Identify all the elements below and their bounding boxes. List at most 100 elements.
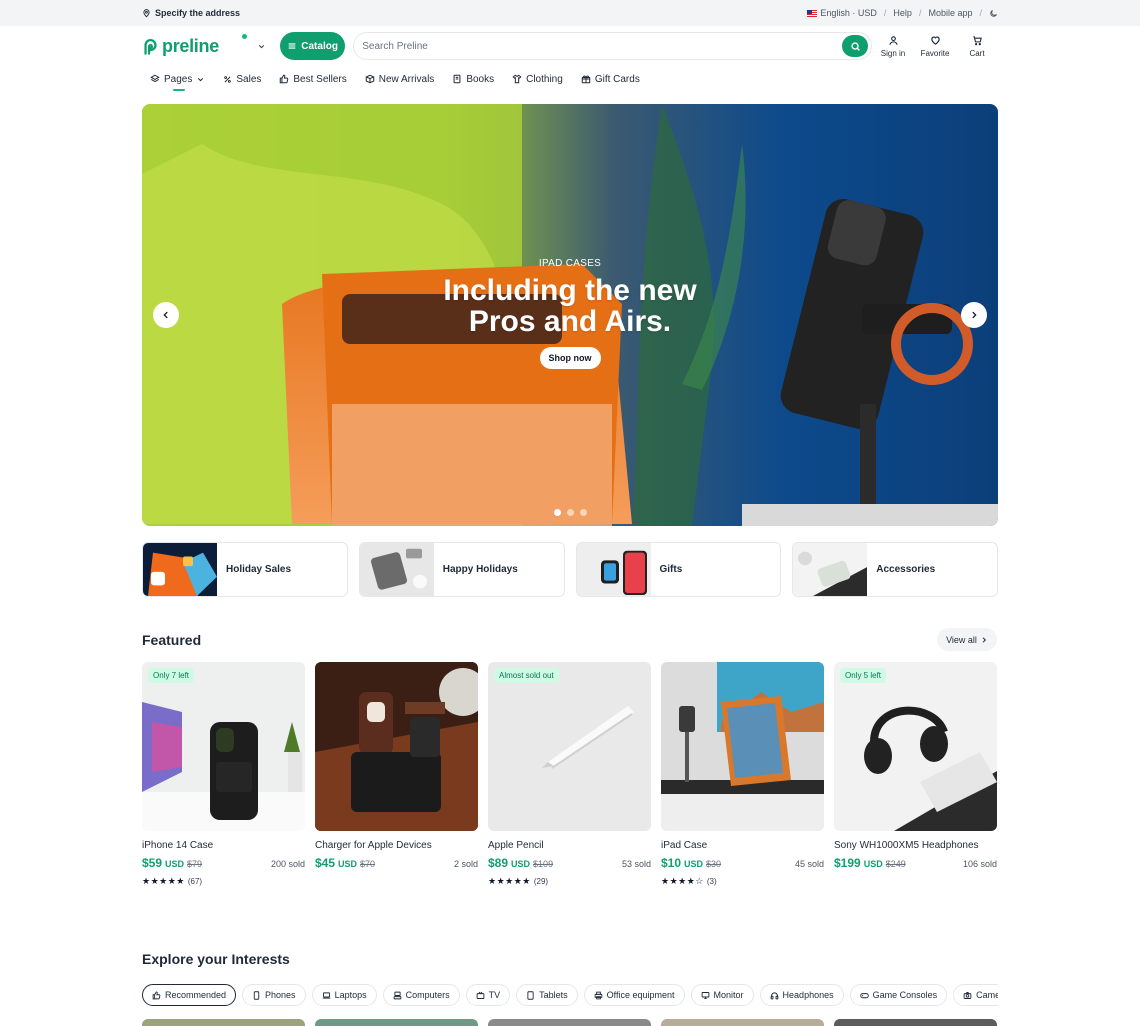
star-rating-icon: ★★★★☆ <box>661 876 704 886</box>
nav-item-sales[interactable]: Sales <box>223 66 261 92</box>
category-card-accessories[interactable]: Accessories <box>792 542 998 597</box>
interest-thumbnail[interactable] <box>142 1019 305 1026</box>
divider: / <box>918 8 922 18</box>
product-image[interactable]: Only 5 left <box>834 662 997 831</box>
nav-item-gift-cards[interactable]: Gift Cards <box>581 66 640 92</box>
box-icon <box>365 74 374 84</box>
product-photo <box>661 662 824 831</box>
sold-count: 200 sold <box>270 859 305 869</box>
gift-icon <box>581 75 591 84</box>
chip-headphones[interactable]: Headphones <box>759 984 844 1006</box>
chip-game-consoles[interactable]: Game Consoles <box>849 984 948 1006</box>
chip-monitor[interactable]: Monitor <box>690 984 754 1006</box>
chip-label: Monitor <box>713 990 744 1000</box>
featured-products: Only 7 left iPhone 14 Case $59 USD $79 2… <box>142 662 998 887</box>
nav-label: Books <box>466 73 495 85</box>
product-image[interactable]: Almost sold out <box>488 662 651 831</box>
interest-thumbnail[interactable] <box>834 1019 997 1026</box>
product-card[interactable]: Almost sold out Apple Pencil $89 USD $10… <box>488 662 651 887</box>
headphones-icon <box>770 992 778 999</box>
chip-cameras[interactable]: Cameras <box>953 984 998 1006</box>
chip-office-equipment[interactable]: Office equipment <box>583 984 685 1006</box>
product-photo <box>488 662 651 831</box>
product-name[interactable]: Charger for Apple Devices <box>315 840 478 851</box>
camera-icon <box>963 991 972 999</box>
chip-laptops[interactable]: Laptops <box>311 984 377 1006</box>
old-price: $30 <box>706 859 722 869</box>
favorite-button[interactable]: Favorite <box>914 35 956 58</box>
cart-button[interactable]: Cart <box>956 35 998 58</box>
carousel-next-button[interactable] <box>961 302 987 328</box>
chip-recommended[interactable]: Recommended <box>142 984 237 1006</box>
product-name[interactable]: Apple Pencil <box>488 840 651 851</box>
sign-in-button[interactable]: Sign in <box>872 35 914 58</box>
sign-in-label: Sign in <box>880 48 906 58</box>
chip-label: Office equipment <box>606 990 675 1000</box>
address-link[interactable]: Specify the address <box>142 8 240 18</box>
product-image[interactable] <box>315 662 478 831</box>
help-link[interactable]: Help <box>893 8 912 18</box>
category-card-happy-holidays[interactable]: Happy Holidays <box>358 542 565 597</box>
interest-thumbnail[interactable] <box>315 1019 478 1026</box>
carousel-dot[interactable] <box>579 509 587 516</box>
current-price: $59 <box>142 856 163 870</box>
chip-tablets[interactable]: Tablets <box>516 984 578 1006</box>
map-pin-icon <box>143 9 150 18</box>
product-price: $45 USD $70 2 sold <box>315 856 478 870</box>
carousel-indicators <box>142 509 998 516</box>
cart-icon <box>972 35 982 45</box>
user-icon <box>888 35 898 45</box>
nav-item-books[interactable]: Books <box>452 66 494 92</box>
nav-item-pages[interactable]: Pages <box>150 66 205 92</box>
top-bar: Specify the address English · USD / Help… <box>0 0 1140 26</box>
explore-heading: Explore your Interests <box>142 951 290 967</box>
search-button[interactable] <box>842 35 869 57</box>
catalog-button[interactable]: Catalog <box>279 32 346 60</box>
divider: / <box>883 8 887 18</box>
carousel-dot[interactable] <box>553 509 561 516</box>
carousel-dot[interactable] <box>566 509 574 516</box>
interest-thumbnail[interactable] <box>661 1019 824 1026</box>
book-icon <box>453 74 461 84</box>
chip-computers[interactable]: Computers <box>382 984 460 1006</box>
nav-item-new-arrivals[interactable]: New Arrivals <box>365 66 434 92</box>
old-price: $70 <box>360 859 376 869</box>
chevron-down-icon[interactable] <box>257 42 266 51</box>
logo[interactable]: preline <box>142 36 245 57</box>
nav-label: Pages <box>164 73 193 85</box>
shop-now-button[interactable]: Shop now <box>539 347 601 369</box>
product-name[interactable]: iPhone 14 Case <box>142 840 305 851</box>
product-name[interactable]: iPad Case <box>661 840 824 851</box>
interest-thumbnail[interactable] <box>488 1019 651 1026</box>
category-image <box>576 543 651 596</box>
chip-phones[interactable]: Phones <box>242 984 306 1006</box>
category-card-gifts[interactable]: Gifts <box>575 542 782 597</box>
product-image[interactable]: Only 7 left <box>142 662 305 831</box>
mobile-app-link[interactable]: Mobile app <box>928 8 972 18</box>
product-image[interactable] <box>661 662 824 831</box>
stock-badge: Only 7 left <box>148 668 195 683</box>
nav-item-best-sellers[interactable]: Best Sellers <box>279 66 347 92</box>
carousel-prev-button[interactable] <box>153 302 179 328</box>
product-card[interactable]: Only 5 left Sony WH1000XM5 Headphones $1… <box>834 662 997 887</box>
nav-label: Clothing <box>526 73 563 85</box>
product-card[interactable]: Only 7 left iPhone 14 Case $59 USD $79 2… <box>142 662 305 887</box>
heart-icon <box>930 36 940 45</box>
product-card[interactable]: iPad Case $10 USD $30 45 sold ★★★★☆ (3) <box>661 662 824 887</box>
percent-icon <box>224 75 232 83</box>
nav-label: Sales <box>236 73 262 85</box>
view-all-button[interactable]: View all <box>937 628 997 651</box>
nav-item-clothing[interactable]: Clothing <box>512 66 563 92</box>
product-card[interactable]: Charger for Apple Devices $45 USD $70 2 … <box>315 662 478 887</box>
language-selector[interactable]: English · USD <box>807 8 877 18</box>
chip-tv[interactable]: TV <box>465 984 511 1006</box>
product-photo <box>834 662 997 831</box>
cart-label: Cart <box>969 48 985 58</box>
search-input[interactable] <box>362 40 843 52</box>
chevron-right-icon <box>972 311 977 319</box>
moon-icon[interactable] <box>989 9 998 18</box>
chevron-right-icon <box>982 636 986 643</box>
chip-label: Headphones <box>782 990 834 1000</box>
product-name[interactable]: Sony WH1000XM5 Headphones <box>834 840 997 851</box>
category-card-holiday-sales[interactable]: Holiday Sales <box>142 542 348 597</box>
